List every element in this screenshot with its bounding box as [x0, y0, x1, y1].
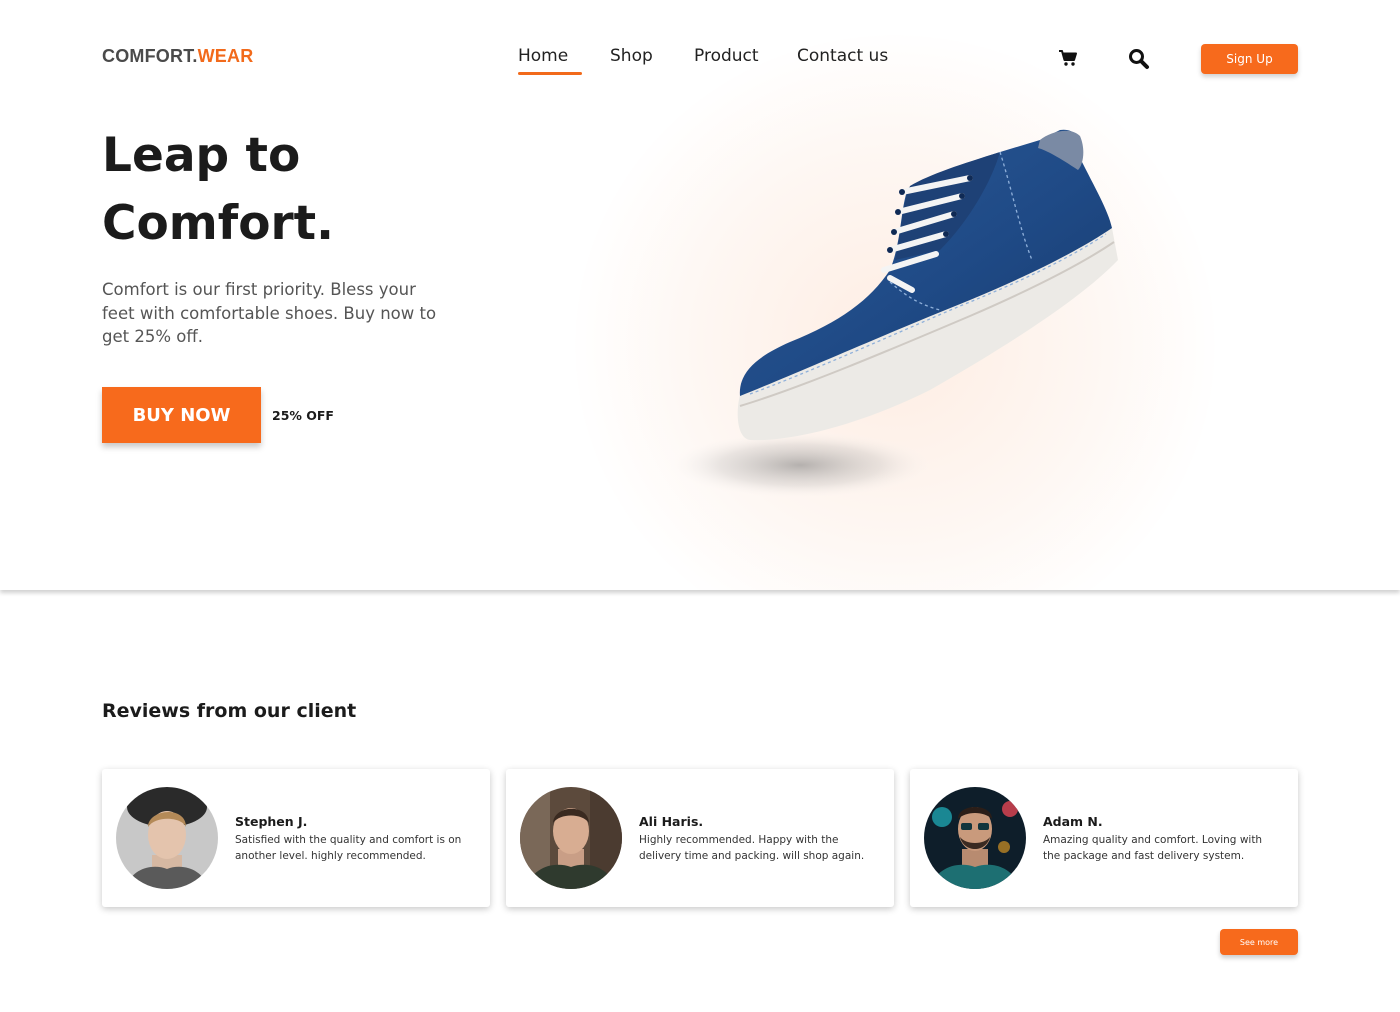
shoe-shadow: [665, 431, 935, 499]
reviewer-name: Stephen J.: [235, 814, 308, 829]
review-text: Amazing quality and comfort. Loving with…: [1043, 834, 1263, 862]
hero-description: Comfort is our first priority. Bless you…: [102, 280, 437, 346]
reviewer-avatar: [924, 787, 1026, 889]
reviews-title: Reviews from our client: [102, 700, 357, 722]
reviewer-name: Ali Haris.: [639, 814, 704, 829]
review-card: Ali Haris. Highly recommended. Happy wit…: [506, 769, 894, 907]
buy-now-button[interactable]: BUY NOW: [102, 387, 261, 443]
hero-section: COMFORT.WEAR Home Shop Product Contact u…: [0, 0, 1400, 590]
reviewer-name: Adam N.: [1043, 814, 1103, 829]
brand-logo-part2: WEAR: [197, 46, 254, 66]
nav-product[interactable]: Product: [694, 46, 759, 66]
reviewer-avatar: [520, 787, 622, 889]
nav-shop[interactable]: Shop: [610, 46, 653, 66]
search-icon[interactable]: [1128, 48, 1150, 70]
see-more-button[interactable]: See more: [1220, 929, 1298, 955]
cart-icon[interactable]: [1058, 48, 1078, 68]
review-card: Stephen J. Satisfied with the quality an…: [102, 769, 490, 907]
hero-headline-line2: Comfort.: [102, 196, 334, 251]
nav-home[interactable]: Home: [518, 46, 568, 66]
review-card: Adam N. Amazing quality and comfort. Lov…: [910, 769, 1298, 907]
brand-logo-part1: COMFORT.: [102, 46, 198, 66]
brand-logo[interactable]: COMFORT.WEAR: [102, 46, 253, 67]
sneaker-product-image: [665, 129, 1118, 499]
hero-headline-line1: Leap to: [102, 128, 301, 183]
hero-headline: Leap to Comfort.: [102, 122, 334, 258]
review-text: Satisfied with the quality and comfort i…: [235, 834, 462, 862]
signup-button[interactable]: Sign Up: [1201, 44, 1298, 74]
discount-label: 25% OFF: [272, 408, 334, 423]
nav-active-indicator: [518, 72, 582, 75]
review-text: Highly recommended. Happy with the deliv…: [639, 834, 865, 862]
nav-contact[interactable]: Contact us: [797, 46, 888, 66]
reviewer-avatar: [116, 787, 218, 889]
